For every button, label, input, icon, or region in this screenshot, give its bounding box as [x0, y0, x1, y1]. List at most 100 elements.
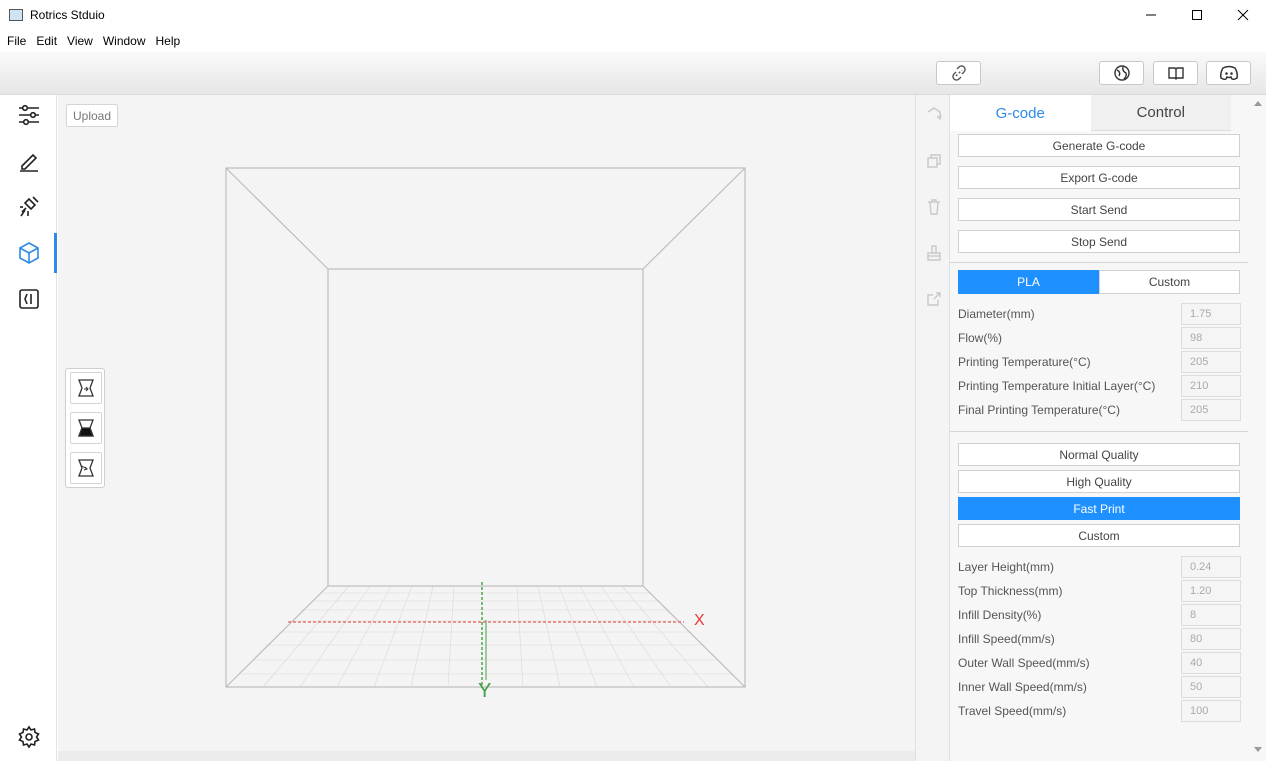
sidebar-item-settings[interactable]	[0, 95, 57, 135]
travel-speed-input[interactable]: 100	[1181, 700, 1241, 722]
quality-high-button[interactable]: High Quality	[958, 470, 1240, 493]
start-send-button[interactable]: Start Send	[958, 198, 1240, 221]
view-top-icon	[78, 419, 94, 437]
settings-sliders-icon	[18, 104, 39, 126]
view-front-icon	[78, 379, 94, 397]
discord-icon	[1219, 65, 1238, 81]
top-thickness-input[interactable]: 1.20	[1181, 580, 1241, 602]
param-label: Flow(%)	[958, 331, 1002, 345]
tab-gcode[interactable]: G-code	[950, 95, 1091, 131]
export-tool[interactable]	[923, 288, 945, 310]
param-label: Final Printing Temperature(°C)	[958, 403, 1120, 417]
param-label: Inner Wall Speed(mm/s)	[958, 680, 1087, 694]
globe-icon	[1113, 65, 1130, 81]
quality-custom-button[interactable]: Custom	[958, 524, 1240, 547]
copy-icon	[927, 154, 941, 168]
sidebar-item-3dprint[interactable]	[0, 233, 57, 273]
param-label: Top Thickness(mm)	[958, 584, 1063, 598]
disconnect-icon	[951, 65, 966, 81]
sidebar-item-code[interactable]	[0, 279, 57, 319]
print-volume	[225, 167, 746, 688]
material-custom[interactable]: Custom	[1099, 270, 1240, 294]
panel-tabs: G-code Control	[950, 95, 1231, 131]
website-button[interactable]	[1099, 61, 1144, 85]
undo-tool[interactable]	[923, 104, 945, 126]
cube-icon	[18, 242, 39, 264]
manual-button[interactable]	[1153, 61, 1198, 85]
stop-send-button[interactable]: Stop Send	[958, 230, 1240, 253]
gear-icon	[17, 725, 40, 749]
view-top-button[interactable]	[70, 412, 102, 444]
menu-view[interactable]: View	[67, 34, 93, 48]
3d-viewport[interactable]: X Y	[58, 95, 915, 751]
pen-icon	[19, 153, 38, 172]
left-sidebar	[0, 95, 57, 761]
final-temperature-input[interactable]: 205	[1181, 399, 1241, 421]
maximize-button[interactable]	[1174, 0, 1220, 30]
export-icon	[927, 292, 941, 306]
discord-button[interactable]	[1206, 61, 1251, 85]
trash-icon	[928, 199, 940, 215]
material-selector: PLA Custom	[958, 270, 1240, 294]
close-button[interactable]	[1220, 0, 1266, 30]
generate-gcode-button[interactable]: Generate G-code	[958, 134, 1240, 157]
clear-tool[interactable]	[923, 242, 945, 264]
param-label: Infill Speed(mm/s)	[958, 632, 1055, 646]
param-label: Travel Speed(mm/s)	[958, 704, 1067, 718]
sidebar-item-laser[interactable]	[0, 187, 57, 227]
panel-vertical-scrollbar[interactable]	[1250, 95, 1266, 761]
sidebar-item-gear[interactable]	[0, 717, 57, 757]
view-front-button[interactable]	[70, 372, 102, 404]
printing-temperature-input[interactable]: 205	[1181, 351, 1241, 373]
menu-help[interactable]: Help	[156, 34, 181, 48]
scroll-down-arrow-icon[interactable]	[1254, 747, 1262, 752]
brush-icon	[927, 245, 941, 261]
view-side-icon	[78, 459, 94, 477]
param-label: Diameter(mm)	[958, 307, 1035, 321]
menu-bar: File Edit View Window Help	[0, 30, 1266, 52]
param-label: Infill Density(%)	[958, 608, 1042, 622]
outer-wall-speed-input[interactable]: 40	[1181, 652, 1241, 674]
top-toolbar	[0, 52, 1266, 95]
scroll-up-arrow-icon[interactable]	[1254, 101, 1262, 106]
infill-density-input[interactable]: 8	[1181, 604, 1241, 626]
inner-wall-speed-input[interactable]: 50	[1181, 676, 1241, 698]
copy-tool[interactable]	[923, 150, 945, 172]
upload-button[interactable]: Upload	[66, 104, 118, 127]
menu-edit[interactable]: Edit	[36, 34, 57, 48]
sidebar-item-write[interactable]	[0, 141, 57, 181]
param-label: Printing Temperature(°C)	[958, 355, 1091, 369]
material-pla[interactable]: PLA	[958, 270, 1099, 294]
param-label: Printing Temperature Initial Layer(°C)	[958, 379, 1156, 393]
viewport-horizontal-scrollbar[interactable]	[58, 751, 915, 761]
model-toolbar	[915, 95, 950, 761]
param-label: Outer Wall Speed(mm/s)	[958, 656, 1090, 670]
diameter-input[interactable]: 1.75	[1181, 303, 1241, 325]
laser-icon	[19, 196, 39, 217]
window-title: Rotrics Stduio	[30, 8, 105, 22]
layer-height-input[interactable]: 0.24	[1181, 556, 1241, 578]
tab-control[interactable]: Control	[1090, 95, 1231, 131]
param-label: Layer Height(mm)	[958, 560, 1055, 574]
y-axis-label: Y	[478, 680, 492, 702]
flow-input[interactable]: 98	[1181, 327, 1241, 349]
quality-normal-button[interactable]: Normal Quality	[958, 443, 1240, 466]
export-gcode-button[interactable]: Export G-code	[958, 166, 1240, 189]
delete-tool[interactable]	[923, 196, 945, 218]
view-tools	[65, 368, 105, 488]
panel-divider	[950, 262, 1248, 263]
initial-layer-temperature-input[interactable]: 210	[1181, 375, 1241, 397]
menu-window[interactable]: Window	[103, 34, 146, 48]
book-icon	[1167, 67, 1184, 80]
quality-fast-button[interactable]: Fast Print	[958, 497, 1240, 520]
build-volume-outline	[225, 167, 746, 688]
infill-speed-input[interactable]: 80	[1181, 628, 1241, 650]
menu-file[interactable]: File	[7, 34, 26, 48]
view-side-button[interactable]	[70, 452, 102, 484]
x-axis-label: X	[694, 612, 705, 629]
app-icon	[9, 9, 23, 21]
disconnect-button[interactable]	[936, 61, 981, 85]
panel-divider	[950, 431, 1248, 432]
undo-icon	[927, 107, 942, 121]
minimize-button[interactable]	[1128, 0, 1174, 30]
